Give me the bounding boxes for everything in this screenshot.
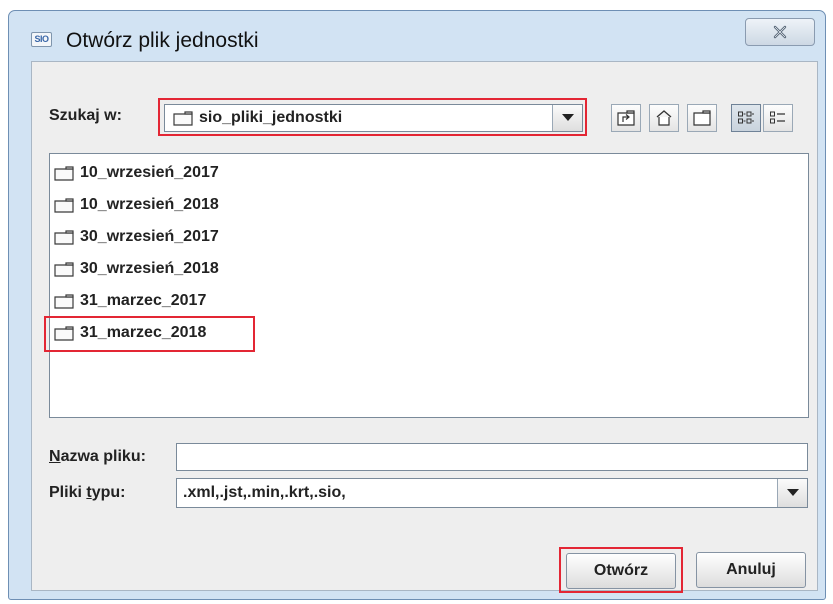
file-name: 10_wrzesień_2017 — [80, 164, 219, 181]
filetype-label-rest: ypu: — [91, 484, 126, 501]
home-button[interactable] — [649, 104, 679, 132]
filetype-dropdown-button[interactable] — [777, 479, 807, 507]
list-item[interactable]: 31_marzec_2018 — [44, 316, 284, 352]
file-name: 31_marzec_2018 — [80, 324, 207, 341]
file-name: 30_wrzesień_2017 — [80, 228, 219, 245]
folder-icon — [54, 326, 74, 341]
file-name: 10_wrzesień_2018 — [80, 196, 219, 213]
details-view-button[interactable] — [763, 104, 793, 132]
dialog-content: Szukaj w: sio_pliki_jednostki 10_wrzesie… — [31, 61, 818, 593]
open-button-highlight: Otwórz — [559, 547, 683, 593]
file-list[interactable]: 10_wrzesień_2017 10_wrzesień_2018 30_wrz… — [44, 153, 809, 418]
chevron-down-icon — [786, 489, 799, 496]
list-item[interactable]: 10_wrzesień_2018 — [54, 192, 284, 220]
folder-icon — [54, 262, 74, 277]
window-title: Otwórz plik jednostki — [66, 29, 259, 52]
list-item[interactable]: 31_marzec_2017 — [54, 288, 284, 316]
lookin-highlight: sio_pliki_jednostki — [158, 98, 587, 136]
open-button[interactable]: Otwórz — [566, 553, 676, 589]
filetype-label-start: Pliki — [49, 484, 87, 501]
folder-icon — [54, 294, 74, 309]
folder-up-icon — [617, 110, 635, 126]
list-item[interactable]: 30_wrzesień_2017 — [54, 224, 284, 252]
list-item[interactable]: 30_wrzesień_2018 — [54, 256, 284, 284]
folder-icon — [54, 230, 74, 245]
details-view-icon — [770, 111, 785, 124]
folder-icon — [54, 198, 74, 213]
filename-label-rest: azwa pliku: — [60, 448, 146, 465]
list-view-button[interactable] — [731, 104, 761, 132]
lookin-value: sio_pliki_jednostki — [199, 109, 343, 126]
list-view-icon — [738, 111, 754, 124]
filename-input[interactable] — [176, 443, 808, 471]
filetype-label: Pliki typu: — [49, 484, 125, 502]
filename-label-mnemonic: N — [49, 448, 61, 465]
lookin-label: Szukaj w: — [49, 107, 122, 124]
lookin-combo[interactable]: sio_pliki_jednostki — [164, 104, 583, 132]
filetype-combo[interactable]: .xml,.jst,.min,.krt,.sio, — [176, 478, 808, 508]
cancel-button[interactable]: Anuluj — [696, 552, 806, 588]
folder-icon — [173, 111, 193, 126]
new-folder-button[interactable] — [687, 104, 717, 132]
file-name: 30_wrzesień_2018 — [80, 260, 219, 277]
new-folder-icon — [693, 110, 711, 126]
list-item[interactable]: 10_wrzesień_2017 — [54, 160, 284, 188]
file-name: 31_marzec_2017 — [80, 292, 207, 309]
close-button[interactable] — [745, 18, 815, 46]
filetype-value: .xml,.jst,.min,.krt,.sio, — [183, 484, 346, 501]
home-icon — [656, 110, 672, 126]
title-bar[interactable]: SIO Otwórz plik jednostki — [9, 11, 825, 61]
up-one-level-button[interactable] — [611, 104, 641, 132]
lookin-dropdown-button[interactable] — [552, 105, 582, 131]
app-icon: SIO — [31, 32, 52, 47]
folder-icon — [54, 166, 74, 181]
chevron-down-icon — [561, 114, 574, 121]
close-icon — [773, 25, 787, 39]
dialog-window: SIO Otwórz plik jednostki Szukaj w: sio_… — [8, 10, 826, 600]
filename-label: Nazwa pliku: — [49, 448, 146, 466]
